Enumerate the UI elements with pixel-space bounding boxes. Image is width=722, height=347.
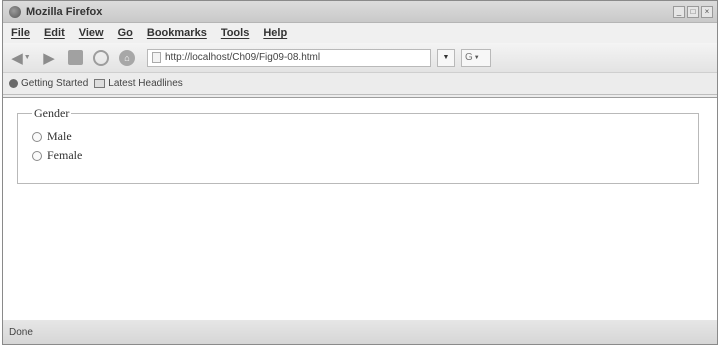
dropdown-arrow-icon: ▼ bbox=[473, 54, 480, 61]
url-text[interactable]: http://localhost/Ch09/Fig09-08.html bbox=[165, 52, 320, 63]
page-content: Gender Male Female bbox=[3, 97, 717, 321]
gender-fieldset: Gender Male Female bbox=[17, 106, 699, 184]
radio-label-female[interactable]: Female bbox=[47, 148, 82, 163]
home-button[interactable]: ⌂ bbox=[117, 48, 137, 68]
back-button[interactable]: ◀ ▼ bbox=[9, 48, 33, 68]
menu-help[interactable]: Help bbox=[263, 27, 287, 39]
status-bar: Done bbox=[3, 320, 717, 344]
radio-button-female[interactable] bbox=[32, 150, 42, 161]
live-feed-icon bbox=[94, 79, 106, 88]
bookmark-latest-headlines[interactable]: Latest Headlines bbox=[94, 78, 183, 89]
bookmark-label: Latest Headlines bbox=[108, 78, 183, 89]
browser-window: Mozilla Firefox _ □ × File Edit View Go … bbox=[2, 0, 718, 345]
home-icon: ⌂ bbox=[119, 49, 135, 66]
window-controls: _ □ × bbox=[673, 5, 713, 18]
menu-tools[interactable]: Tools bbox=[221, 27, 250, 39]
navigation-toolbar: ◀ ▼ ▶ ⌂ http://localhost/Ch09/Fig09-08.ht… bbox=[3, 43, 717, 73]
fieldset-legend: Gender bbox=[34, 106, 70, 120]
stop-button[interactable] bbox=[91, 48, 111, 68]
radio-option-male[interactable]: Male bbox=[32, 129, 684, 144]
forward-button[interactable]: ▶ bbox=[39, 48, 59, 68]
bookmark-getting-started[interactable]: Getting Started bbox=[9, 78, 88, 89]
page-icon bbox=[152, 52, 161, 63]
radio-label-male[interactable]: Male bbox=[47, 129, 72, 144]
radio-button-male[interactable] bbox=[32, 131, 42, 142]
firefox-bookmark-icon bbox=[9, 79, 18, 88]
bookmark-label: Getting Started bbox=[21, 78, 89, 89]
title-bar: Mozilla Firefox _ □ × bbox=[3, 1, 717, 23]
search-engine-icon: G bbox=[465, 52, 473, 63]
stop-icon bbox=[93, 49, 109, 66]
menu-bookmarks[interactable]: Bookmarks bbox=[147, 27, 207, 39]
menu-edit[interactable]: Edit bbox=[44, 27, 65, 39]
forward-arrow-icon: ▶ bbox=[43, 49, 55, 67]
window-title: Mozilla Firefox bbox=[26, 5, 103, 18]
bookmarks-toolbar: Getting Started Latest Headlines bbox=[3, 73, 717, 95]
url-dropdown-button[interactable]: ▼ bbox=[437, 48, 455, 67]
menu-go[interactable]: Go bbox=[118, 27, 133, 39]
status-text: Done bbox=[9, 326, 33, 338]
search-engine-button[interactable]: G ▼ bbox=[461, 48, 491, 67]
minimize-button[interactable]: _ bbox=[673, 5, 685, 18]
back-arrow-icon: ◀ bbox=[11, 49, 23, 67]
chevron-down-icon: ▼ bbox=[442, 54, 450, 61]
address-bar[interactable]: http://localhost/Ch09/Fig09-08.html bbox=[147, 48, 431, 67]
firefox-app-icon bbox=[9, 5, 21, 18]
reload-icon bbox=[67, 50, 83, 65]
menu-view[interactable]: View bbox=[79, 27, 104, 39]
menu-bar: File Edit View Go Bookmarks Tools Help bbox=[3, 23, 717, 43]
radio-option-female[interactable]: Female bbox=[32, 148, 684, 163]
reload-button[interactable] bbox=[65, 48, 85, 68]
dropdown-arrow-icon: ▼ bbox=[23, 54, 31, 61]
menu-file[interactable]: File bbox=[11, 27, 30, 39]
close-button[interactable]: × bbox=[701, 5, 713, 18]
maximize-button[interactable]: □ bbox=[687, 5, 699, 18]
